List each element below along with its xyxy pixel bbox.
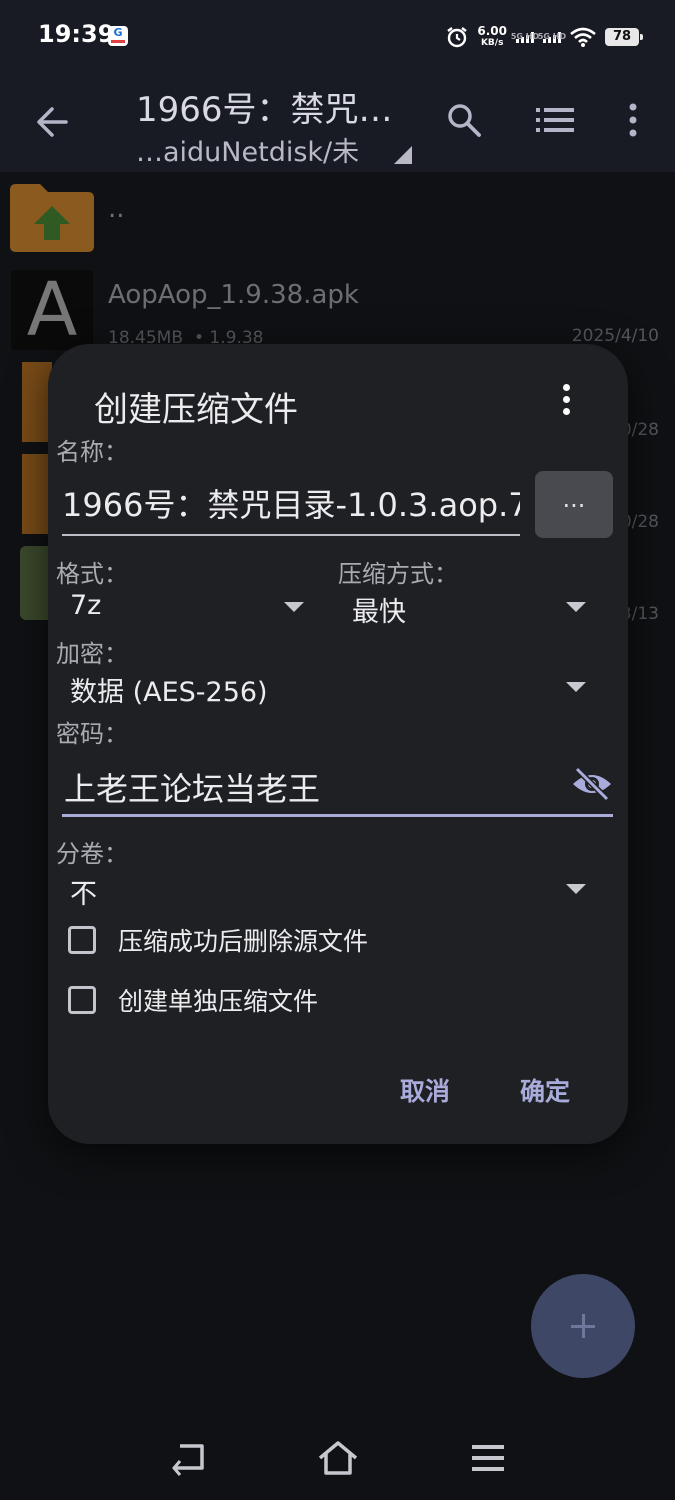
system-nav-bar: [0, 1420, 675, 1500]
delete-source-checkbox-row[interactable]: 压缩成功后删除源文件: [68, 922, 368, 958]
ok-button[interactable]: 确定: [520, 1072, 570, 1108]
password-input[interactable]: 上老王论坛当老王: [62, 760, 613, 817]
delete-source-label: 压缩成功后删除源文件: [118, 927, 369, 956]
password-value: 上老王论坛当老王: [64, 770, 321, 808]
format-select[interactable]: 7z: [56, 586, 304, 630]
add-fab-button[interactable]: [531, 1274, 635, 1378]
compression-method-value: 最快: [352, 597, 406, 628]
dialog-title: 创建压缩文件: [94, 390, 298, 430]
home-nav-icon[interactable]: [318, 1440, 358, 1476]
dropdown-arrow-icon: [566, 682, 586, 692]
format-value: 7z: [70, 590, 102, 621]
compression-method-label: 压缩方式：: [338, 560, 458, 588]
format-label: 格式：: [56, 560, 128, 588]
dropdown-arrow-icon: [566, 602, 586, 612]
dropdown-arrow-icon: [566, 884, 586, 894]
recents-nav-icon[interactable]: [472, 1444, 504, 1472]
create-archive-dialog: 创建压缩文件 名称： 1966号：禁咒目录-1.0.3.aop.7 ... 格式…: [48, 344, 628, 1144]
encryption-value: 数据 (AES-256): [70, 677, 268, 708]
compression-method-select[interactable]: 最快: [338, 586, 588, 630]
encryption-label: 加密：: [56, 640, 128, 668]
split-label: 分卷：: [56, 840, 128, 868]
separate-archive-checkbox-row[interactable]: 创建单独压缩文件: [68, 982, 318, 1018]
cancel-button[interactable]: 取消: [400, 1072, 450, 1108]
separate-archive-label: 创建单独压缩文件: [118, 987, 319, 1016]
split-select[interactable]: 不: [56, 868, 588, 912]
encryption-select[interactable]: 数据 (AES-256): [56, 666, 588, 710]
split-value: 不: [70, 879, 97, 910]
back-nav-icon[interactable]: [170, 1442, 206, 1476]
separate-archive-checkbox[interactable]: [68, 986, 96, 1014]
delete-source-checkbox[interactable]: [68, 926, 96, 954]
archive-name-input[interactable]: 1966号：禁咒目录-1.0.3.aop.7: [62, 482, 520, 536]
visibility-off-icon[interactable]: [571, 766, 613, 802]
dropdown-arrow-icon: [284, 602, 304, 612]
name-label: 名称：: [56, 438, 128, 466]
browse-button[interactable]: ...: [535, 471, 613, 538]
more-vert-icon[interactable]: [563, 384, 570, 420]
password-label: 密码：: [56, 720, 128, 748]
